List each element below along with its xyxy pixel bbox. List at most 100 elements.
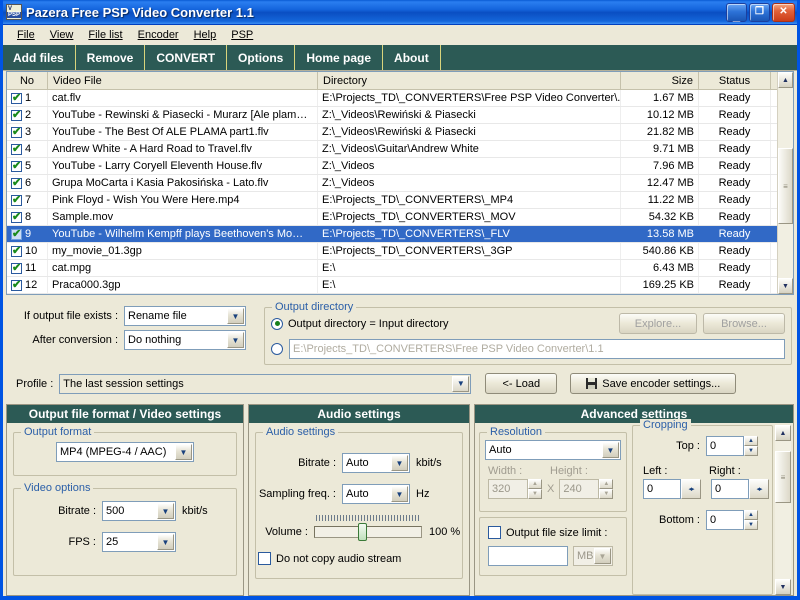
volume-slider[interactable] xyxy=(314,522,422,542)
scrollbar-thumb[interactable]: ≡ xyxy=(778,148,793,224)
chevron-down-icon[interactable]: ▼ xyxy=(175,444,192,460)
column-header-no[interactable]: No xyxy=(7,72,48,89)
volume-slider-track[interactable] xyxy=(314,526,422,538)
chevron-down-icon[interactable]: ▼ xyxy=(227,308,244,324)
spin-down-icon[interactable]: ▼ xyxy=(528,489,542,499)
convert-button[interactable]: CONVERT xyxy=(145,45,227,70)
table-row[interactable]: 1cat.flvE:\Projects_TD\_CONVERTERS\Free … xyxy=(7,90,793,107)
advanced-scrollbar-thumb[interactable]: ≡ xyxy=(775,451,791,503)
table-row[interactable]: 9YouTube - Wilhelm Kempff plays Beethove… xyxy=(7,226,793,243)
table-row[interactable]: 11cat.mpgE:\6.43 MBReady xyxy=(7,260,793,277)
spin-down-icon[interactable]: ▼ xyxy=(744,446,758,456)
table-row[interactable]: 7Pink Floyd - Wish You Were Here.mp4E:\P… xyxy=(7,192,793,209)
row-checkbox[interactable] xyxy=(11,93,22,104)
chevron-down-icon[interactable]: ▼ xyxy=(594,548,611,564)
advanced-scrollbar-track[interactable]: ≡ xyxy=(775,441,791,579)
video-bitrate-combo[interactable]: 500 ▼ xyxy=(102,501,176,521)
output-format-combo[interactable]: MP4 (MPEG-4 / AAC) ▼ xyxy=(56,442,194,462)
chevron-down-icon[interactable]: ▼ xyxy=(391,455,408,471)
output-directory-input[interactable]: E:\Projects_TD\_CONVERTERS\Free PSP Vide… xyxy=(289,339,785,359)
row-checkbox[interactable] xyxy=(11,110,22,121)
size-limit-unit-combo[interactable]: MB ▼ xyxy=(573,546,613,566)
home-page-button[interactable]: Home page xyxy=(295,45,383,70)
menu-item-file-list[interactable]: File list xyxy=(81,27,130,43)
menu-item-help[interactable]: Help xyxy=(187,27,225,43)
table-row[interactable]: 12Praca000.3gpE:\169.25 KBReady xyxy=(7,277,793,294)
close-button[interactable]: ✕ xyxy=(772,3,795,22)
height-input[interactable]: 240 xyxy=(559,479,599,499)
advanced-panel-scrollbar[interactable]: ▲ ≡ ▼ xyxy=(775,425,791,595)
row-checkbox[interactable] xyxy=(11,212,22,223)
save-encoder-settings-button[interactable]: Save encoder settings... xyxy=(570,373,736,394)
if-output-exists-combo[interactable]: Rename file ▼ xyxy=(124,306,246,326)
file-list-scrollbar[interactable]: ▲ ≡ ▼ xyxy=(777,72,793,294)
width-input[interactable]: 320 xyxy=(488,479,528,499)
crop-left-input[interactable]: 0 xyxy=(643,479,681,499)
chevron-down-icon[interactable]: ▼ xyxy=(602,442,619,458)
crop-bottom-spinner[interactable]: ▲▼ xyxy=(744,510,758,530)
height-spinner[interactable]: ▲▼ xyxy=(599,479,613,499)
crop-bottom-input[interactable]: 0 xyxy=(706,510,744,530)
table-row[interactable]: 3YouTube - The Best Of ALE PLAMA part1.f… xyxy=(7,124,793,141)
remove-button[interactable]: Remove xyxy=(76,45,146,70)
row-checkbox[interactable] xyxy=(11,195,22,206)
chevron-down-icon[interactable]: ▼ xyxy=(452,376,469,392)
spin-up-icon[interactable]: ▲ xyxy=(599,479,613,489)
load-profile-button[interactable]: <- Load xyxy=(485,373,557,394)
crop-right-spinner[interactable]: ◂▸ xyxy=(749,479,769,499)
row-checkbox[interactable] xyxy=(11,161,22,172)
scrollbar-track[interactable]: ≡ xyxy=(778,88,793,278)
table-row[interactable]: 8Sample.movE:\Projects_TD\_CONVERTERS\_M… xyxy=(7,209,793,226)
add-files-button[interactable]: Add files xyxy=(3,45,76,70)
size-limit-checkbox[interactable] xyxy=(488,526,501,539)
chevron-down-icon[interactable]: ▼ xyxy=(157,534,174,550)
size-limit-input[interactable] xyxy=(488,546,568,566)
spin-up-icon[interactable]: ▲ xyxy=(744,436,758,446)
scroll-up-arrow-icon[interactable]: ▲ xyxy=(775,425,791,441)
file-list[interactable]: No Video File Directory Size Status 1cat… xyxy=(6,71,794,295)
audio-sampling-combo[interactable]: Auto ▼ xyxy=(342,484,410,504)
column-header-status[interactable]: Status xyxy=(699,72,771,89)
chevron-down-icon[interactable]: ▼ xyxy=(227,332,244,348)
resolution-combo[interactable]: Auto ▼ xyxy=(485,440,621,460)
column-header-size[interactable]: Size xyxy=(621,72,699,89)
about-button[interactable]: About xyxy=(383,45,441,70)
no-copy-audio-checkbox[interactable] xyxy=(258,552,271,565)
row-checkbox[interactable] xyxy=(11,246,22,257)
table-row[interactable]: 4Andrew White - A Hard Road to Travel.fl… xyxy=(7,141,793,158)
crop-top-input[interactable]: 0 xyxy=(706,436,744,456)
column-header-directory[interactable]: Directory xyxy=(318,72,621,89)
spin-down-icon[interactable]: ▼ xyxy=(744,520,758,530)
scroll-down-arrow-icon[interactable]: ▼ xyxy=(778,278,793,294)
profile-combo[interactable]: The last session settings ▼ xyxy=(59,374,471,394)
chevron-down-icon[interactable]: ▼ xyxy=(157,503,174,519)
table-row[interactable]: 2YouTube - Rewinski & Piasecki - Murarz … xyxy=(7,107,793,124)
crop-right-input[interactable]: 0 xyxy=(711,479,749,499)
volume-slider-thumb[interactable] xyxy=(358,523,367,541)
menu-item-encoder[interactable]: Encoder xyxy=(131,27,187,43)
table-row[interactable]: 6Grupa MoCarta i Kasia Pakosińska - Lato… xyxy=(7,175,793,192)
crop-left-spinner[interactable]: ◂▸ xyxy=(681,479,701,499)
row-checkbox[interactable] xyxy=(11,127,22,138)
width-spinner[interactable]: ▲▼ xyxy=(528,479,542,499)
options-button[interactable]: Options xyxy=(227,45,295,70)
video-fps-combo[interactable]: 25 ▼ xyxy=(102,532,176,552)
audio-bitrate-combo[interactable]: Auto ▼ xyxy=(342,453,410,473)
radio-output-custom[interactable] xyxy=(271,343,283,355)
explore-button[interactable]: Explore... xyxy=(619,313,697,334)
spin-up-icon[interactable]: ▲ xyxy=(744,510,758,520)
row-checkbox[interactable] xyxy=(11,280,22,291)
scroll-down-arrow-icon[interactable]: ▼ xyxy=(775,579,791,595)
table-row[interactable]: 5YouTube - Larry Coryell Eleventh House.… xyxy=(7,158,793,175)
row-checkbox[interactable] xyxy=(11,144,22,155)
crop-top-spinner[interactable]: ▲▼ xyxy=(744,436,758,456)
spin-up-icon[interactable]: ▲ xyxy=(528,479,542,489)
menu-item-view[interactable]: View xyxy=(43,27,82,43)
menu-item-file[interactable]: File xyxy=(10,27,43,43)
row-checkbox[interactable] xyxy=(11,178,22,189)
maximize-button[interactable]: ❐ xyxy=(749,3,770,22)
scroll-up-arrow-icon[interactable]: ▲ xyxy=(778,72,793,88)
row-checkbox[interactable] xyxy=(11,263,22,274)
minimize-button[interactable]: _ xyxy=(726,3,747,22)
column-header-video-file[interactable]: Video File xyxy=(48,72,318,89)
